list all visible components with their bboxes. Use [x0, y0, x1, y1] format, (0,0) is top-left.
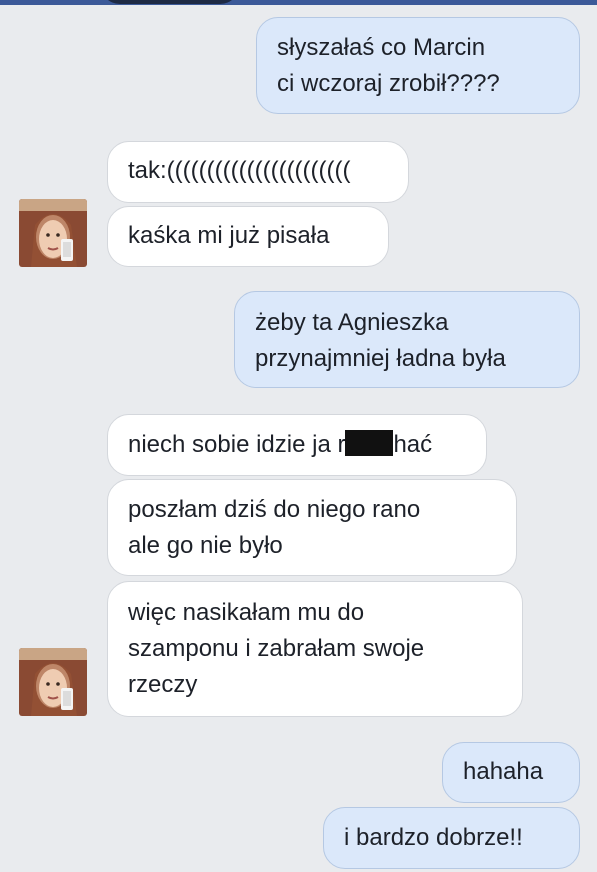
message-line: więc nasikałam mu do [128, 599, 365, 626]
avatar[interactable] [19, 199, 87, 267]
top-edge-shape [100, 0, 240, 4]
message-line: szamponu i zabrałam swoje [128, 635, 425, 662]
avatar[interactable] [19, 648, 87, 716]
message-line: żeby ta Agnieszka [255, 309, 449, 336]
message-bubble-incoming[interactable]: kaśka mi już pisała [107, 206, 389, 267]
message-bubble-outgoing[interactable]: hahaha [442, 742, 580, 803]
message-line: tak:((((((((((((((((((((((( [128, 157, 351, 184]
message-bubble-incoming[interactable]: więc nasikałam mu do szamponu i zabrałam… [107, 581, 523, 717]
user-photo-icon [19, 199, 87, 267]
message-bubble-outgoing[interactable]: żeby ta Agnieszka przynajmniej ładna był… [234, 291, 580, 388]
message-line: i bardzo dobrze!! [344, 824, 523, 851]
message-line: hahaha [463, 758, 544, 785]
message-line: niech sobie idzie ja r hać [128, 427, 466, 463]
message-line: ci wczoraj zrobił???? [277, 70, 500, 97]
message-line: kaśka mi już pisała [128, 222, 330, 249]
top-bar [0, 0, 597, 5]
message-bubble-outgoing[interactable]: i bardzo dobrze!! [323, 807, 580, 869]
censor-block [345, 430, 394, 456]
user-photo-icon [19, 648, 87, 716]
message-bubble-incoming[interactable]: niech sobie idzie ja r hać [107, 414, 487, 476]
message-line: słyszałaś co Marcin [277, 34, 486, 61]
message-bubble-incoming[interactable]: tak:((((((((((((((((((((((( [107, 141, 409, 203]
message-text-fragment: niech sobie idzie ja r [128, 431, 346, 458]
message-text-fragment: hać [393, 431, 433, 458]
message-line: ale go nie było [128, 532, 283, 559]
message-line: rzeczy [128, 671, 198, 698]
message-line: przynajmniej ładna była [255, 345, 506, 372]
message-bubble-incoming[interactable]: poszłam dziś do niego rano ale go nie by… [107, 479, 517, 576]
message-bubble-outgoing[interactable]: słyszałaś co Marcin ci wczoraj zrobił???… [256, 17, 580, 114]
message-line: poszłam dziś do niego rano [128, 496, 421, 523]
